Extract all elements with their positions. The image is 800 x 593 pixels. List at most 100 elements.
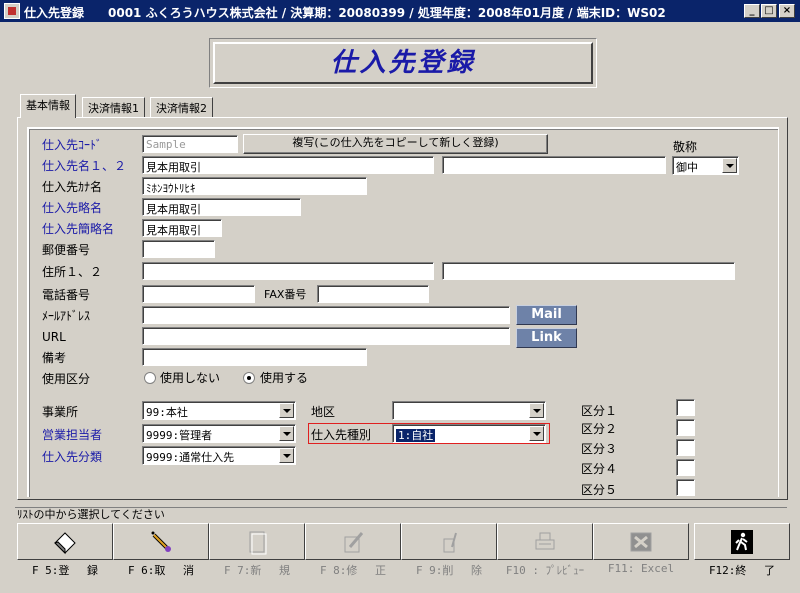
f6-label: F 6:取 消 xyxy=(127,564,195,577)
f12-label: F12:終 了 xyxy=(708,564,776,577)
kubun2-checkbox[interactable] xyxy=(676,419,695,436)
brush-icon xyxy=(151,531,171,552)
address-label: 住所１、２ xyxy=(42,265,103,279)
usage-on-label[interactable]: 使用する xyxy=(260,371,308,385)
kubun4-checkbox[interactable] xyxy=(676,459,695,476)
chevron-down-icon[interactable] xyxy=(529,426,544,441)
app-icon[interactable] xyxy=(4,3,20,19)
kubun1-label: 区分１ xyxy=(581,404,618,418)
edit-icon xyxy=(344,532,364,553)
eraser-icon xyxy=(54,532,76,555)
status-message: ﾘｽﾄの中から選択してください xyxy=(15,507,787,521)
honorific-label: 敬称 xyxy=(673,140,698,154)
honorific-select[interactable]: 御中 xyxy=(672,156,739,175)
email-input[interactable] xyxy=(142,306,510,324)
usage-on-radio[interactable] xyxy=(243,372,255,384)
zip-input[interactable] xyxy=(142,240,215,258)
abbr-name-input[interactable]: 見本用取引 xyxy=(142,219,222,237)
maximize-button[interactable]: □ xyxy=(761,4,777,18)
category-select[interactable]: 9999:通常仕入先 xyxy=(142,446,296,465)
title-bar: 仕入先登録 0001 ふくろうハウス株式会社 / 決算期：20080399 / … xyxy=(0,0,800,22)
address1-input[interactable] xyxy=(142,262,434,280)
copy-button[interactable]: 複写(この仕入先をコピーして新しく登録) xyxy=(243,134,548,154)
usage-off-label[interactable]: 使用しない xyxy=(160,371,220,385)
f6-cancel-button[interactable] xyxy=(113,523,209,560)
name-label: 仕入先名１、２ xyxy=(42,159,127,173)
trash-icon xyxy=(443,532,457,553)
f11-excel-button[interactable] xyxy=(593,523,689,560)
f12-exit-button[interactable] xyxy=(694,523,790,560)
address2-input[interactable] xyxy=(442,262,735,280)
name1-input[interactable]: 見本用取引 xyxy=(142,156,434,174)
chevron-down-icon[interactable] xyxy=(279,403,294,418)
tab-basic-info[interactable]: 基本情報 xyxy=(20,94,76,118)
honorific-value: 御中 xyxy=(676,161,698,174)
note-input[interactable] xyxy=(142,348,367,366)
zip-label: 郵便番号 xyxy=(42,243,91,257)
f10-label: F10 : ﾌﾟﾚﾋﾞｭｰ xyxy=(505,564,585,577)
tab-payment-info-2[interactable]: 決済情報2 xyxy=(150,97,213,117)
category-label: 仕入先分類 xyxy=(42,450,103,464)
office-value: 99:本社 xyxy=(146,406,188,419)
f9-label: F 9:削 除 xyxy=(415,564,483,577)
region-label: 地区 xyxy=(311,405,336,419)
link-button[interactable]: Link xyxy=(516,328,577,348)
kubun4-label: 区分４ xyxy=(581,462,618,476)
kana-input[interactable]: ﾐﾎﾝﾖｳﾄﾘﾋｷ xyxy=(142,177,367,195)
kubun1-checkbox[interactable] xyxy=(676,399,695,416)
kubun2-label: 区分２ xyxy=(581,422,618,436)
page-title: 仕入先登録 xyxy=(213,42,593,84)
usage-label: 使用区分 xyxy=(42,372,91,386)
code-input[interactable]: Sample xyxy=(142,135,238,153)
category-value: 9999:通常仕入先 xyxy=(146,451,235,464)
url-label: URL xyxy=(42,330,66,344)
f8-edit-button[interactable] xyxy=(305,523,401,560)
minimize-button[interactable]: _ xyxy=(744,4,760,18)
phone-input[interactable] xyxy=(142,285,255,303)
kubun5-label: 区分５ xyxy=(581,483,618,497)
chevron-down-icon[interactable] xyxy=(529,403,544,418)
sales-rep-value: 9999:管理者 xyxy=(146,429,213,442)
kubun5-checkbox[interactable] xyxy=(676,479,695,496)
window-title: 仕入先登録 0001 ふくろうハウス株式会社 / 決算期：20080399 / … xyxy=(24,6,666,20)
phone-label: 電話番号 xyxy=(42,288,91,302)
office-label: 事業所 xyxy=(42,405,79,419)
f8-label: F 8:修 正 xyxy=(319,564,387,577)
f10-preview-button[interactable] xyxy=(497,523,593,560)
printer-icon xyxy=(535,532,555,550)
supplier-type-select[interactable]: 1:自社 xyxy=(392,424,546,443)
short-name-input[interactable]: 見本用取引 xyxy=(142,198,301,216)
sales-rep-label: 営業担当者 xyxy=(42,428,103,442)
url-input[interactable] xyxy=(142,327,510,345)
mail-button[interactable]: Mail xyxy=(516,305,577,325)
kana-label: 仕入先ｶﾅ名 xyxy=(42,180,103,194)
supplier-type-value: 1:自社 xyxy=(396,429,436,442)
f7-label: F 7:新 規 xyxy=(223,564,291,577)
f5-label: F 5:登 録 xyxy=(31,564,99,577)
chevron-down-icon[interactable] xyxy=(279,448,294,463)
region-select[interactable] xyxy=(392,401,546,420)
f5-register-button[interactable] xyxy=(17,523,113,560)
code-label: 仕入先ｺｰﾄﾞ xyxy=(42,138,103,152)
new-page-icon xyxy=(249,531,267,555)
note-label: 備考 xyxy=(42,351,67,365)
tab-payment-info-1[interactable]: 決済情報1 xyxy=(82,97,145,117)
kubun3-label: 区分３ xyxy=(581,442,618,456)
kubun3-checkbox[interactable] xyxy=(676,439,695,456)
fax-input[interactable] xyxy=(317,285,429,303)
excel-icon xyxy=(630,532,652,552)
chevron-down-icon[interactable] xyxy=(279,426,294,441)
supplier-type-label: 仕入先種別 xyxy=(311,428,372,442)
f9-delete-button[interactable] xyxy=(401,523,497,560)
close-button[interactable]: × xyxy=(779,4,795,18)
sales-rep-select[interactable]: 9999:管理者 xyxy=(142,424,296,443)
abbr-name-label: 仕入先簡略名 xyxy=(42,222,115,236)
chevron-down-icon[interactable] xyxy=(722,158,737,173)
usage-off-radio[interactable] xyxy=(144,372,156,384)
f7-new-button[interactable] xyxy=(209,523,305,560)
office-select[interactable]: 99:本社 xyxy=(142,401,296,420)
name2-input[interactable] xyxy=(442,156,666,174)
f11-label: F11: Excel xyxy=(607,562,675,575)
email-label: ﾒｰﾙｱﾄﾞﾚｽ xyxy=(42,309,91,323)
exit-icon xyxy=(731,530,753,554)
